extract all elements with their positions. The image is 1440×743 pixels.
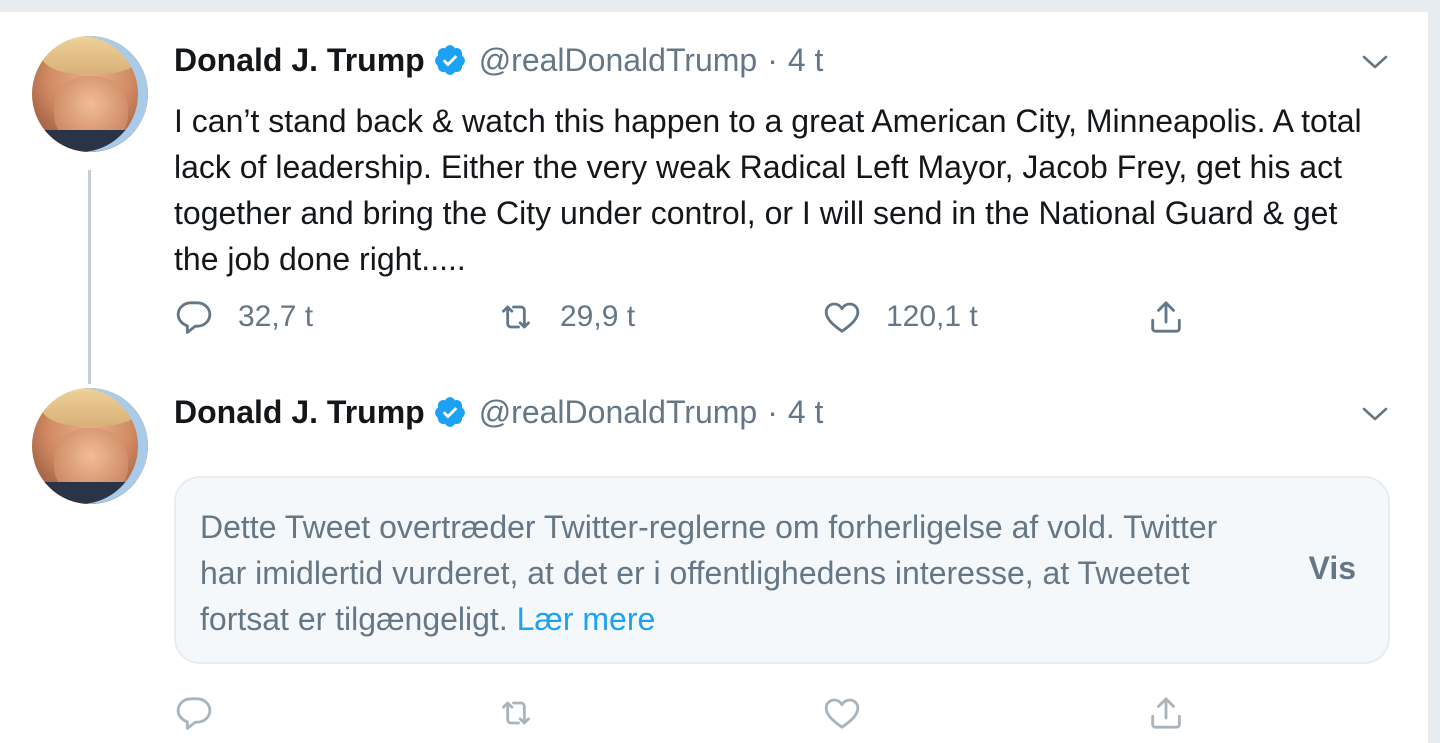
reply-button[interactable]	[174, 688, 214, 738]
reply-button[interactable]: 32,7 t	[174, 292, 313, 342]
tweet-actions	[0, 688, 1428, 738]
tweet-actions: 32,7 t 29,9 t 120,1 t	[0, 292, 1428, 342]
reply-icon	[176, 301, 212, 334]
retweet-button[interactable]	[496, 688, 536, 738]
retweet-icon	[502, 305, 530, 329]
author-handle[interactable]: @realDonaldTrump	[479, 394, 758, 431]
timestamp[interactable]: 4 t	[788, 42, 824, 79]
timeline: Donald J. Trump @realDonaldTrump · 4 t I…	[0, 12, 1428, 743]
chevron-down-icon[interactable]	[1358, 402, 1392, 426]
author-name[interactable]: Donald J. Trump	[174, 394, 425, 431]
retweet-count: 29,9 t	[560, 300, 636, 333]
verified-badge-icon	[434, 45, 465, 75]
reply-count: 32,7 t	[238, 300, 314, 333]
thread-line	[88, 170, 91, 384]
notice-text: Dette Tweet overtræder Twitter-reglerne …	[200, 504, 1240, 642]
chevron-down-icon[interactable]	[1358, 50, 1392, 74]
notice-message: Dette Tweet overtræder Twitter-reglerne …	[200, 509, 1218, 637]
separator-dot: ·	[767, 41, 778, 78]
like-button[interactable]: 120,1 t	[822, 292, 978, 342]
verified-badge-icon	[434, 397, 465, 427]
learn-more-link[interactable]: Lær mere	[517, 601, 656, 637]
like-button[interactable]	[822, 688, 862, 738]
avatar[interactable]	[32, 36, 148, 152]
tweet[interactable]: Donald J. Trump @realDonaldTrump · 4 t D…	[0, 382, 1428, 743]
like-count: 120,1 t	[886, 300, 978, 333]
tweet-header: Donald J. Trump @realDonaldTrump · 4 t	[174, 392, 823, 432]
heart-icon	[824, 302, 860, 333]
show-tweet-button[interactable]: Vis	[1309, 550, 1356, 587]
share-icon	[1151, 697, 1181, 729]
retweet-icon	[502, 701, 530, 725]
author-name[interactable]: Donald J. Trump	[174, 42, 425, 79]
author-handle[interactable]: @realDonaldTrump	[479, 42, 758, 79]
timestamp[interactable]: 4 t	[788, 394, 824, 431]
heart-icon	[824, 698, 860, 729]
tweet-header: Donald J. Trump @realDonaldTrump · 4 t	[174, 40, 823, 80]
tweet-text: I can’t stand back & watch this happen t…	[174, 103, 1362, 277]
policy-notice: Dette Tweet overtræder Twitter-reglerne …	[174, 476, 1390, 664]
retweet-button[interactable]: 29,9 t	[496, 292, 635, 342]
reply-icon	[176, 697, 212, 730]
avatar[interactable]	[32, 388, 148, 504]
separator-dot: ·	[767, 393, 778, 430]
share-icon	[1151, 301, 1181, 333]
tweet[interactable]: Donald J. Trump @realDonaldTrump · 4 t I…	[0, 12, 1428, 384]
share-button[interactable]	[1146, 688, 1186, 738]
share-button[interactable]	[1146, 292, 1186, 342]
